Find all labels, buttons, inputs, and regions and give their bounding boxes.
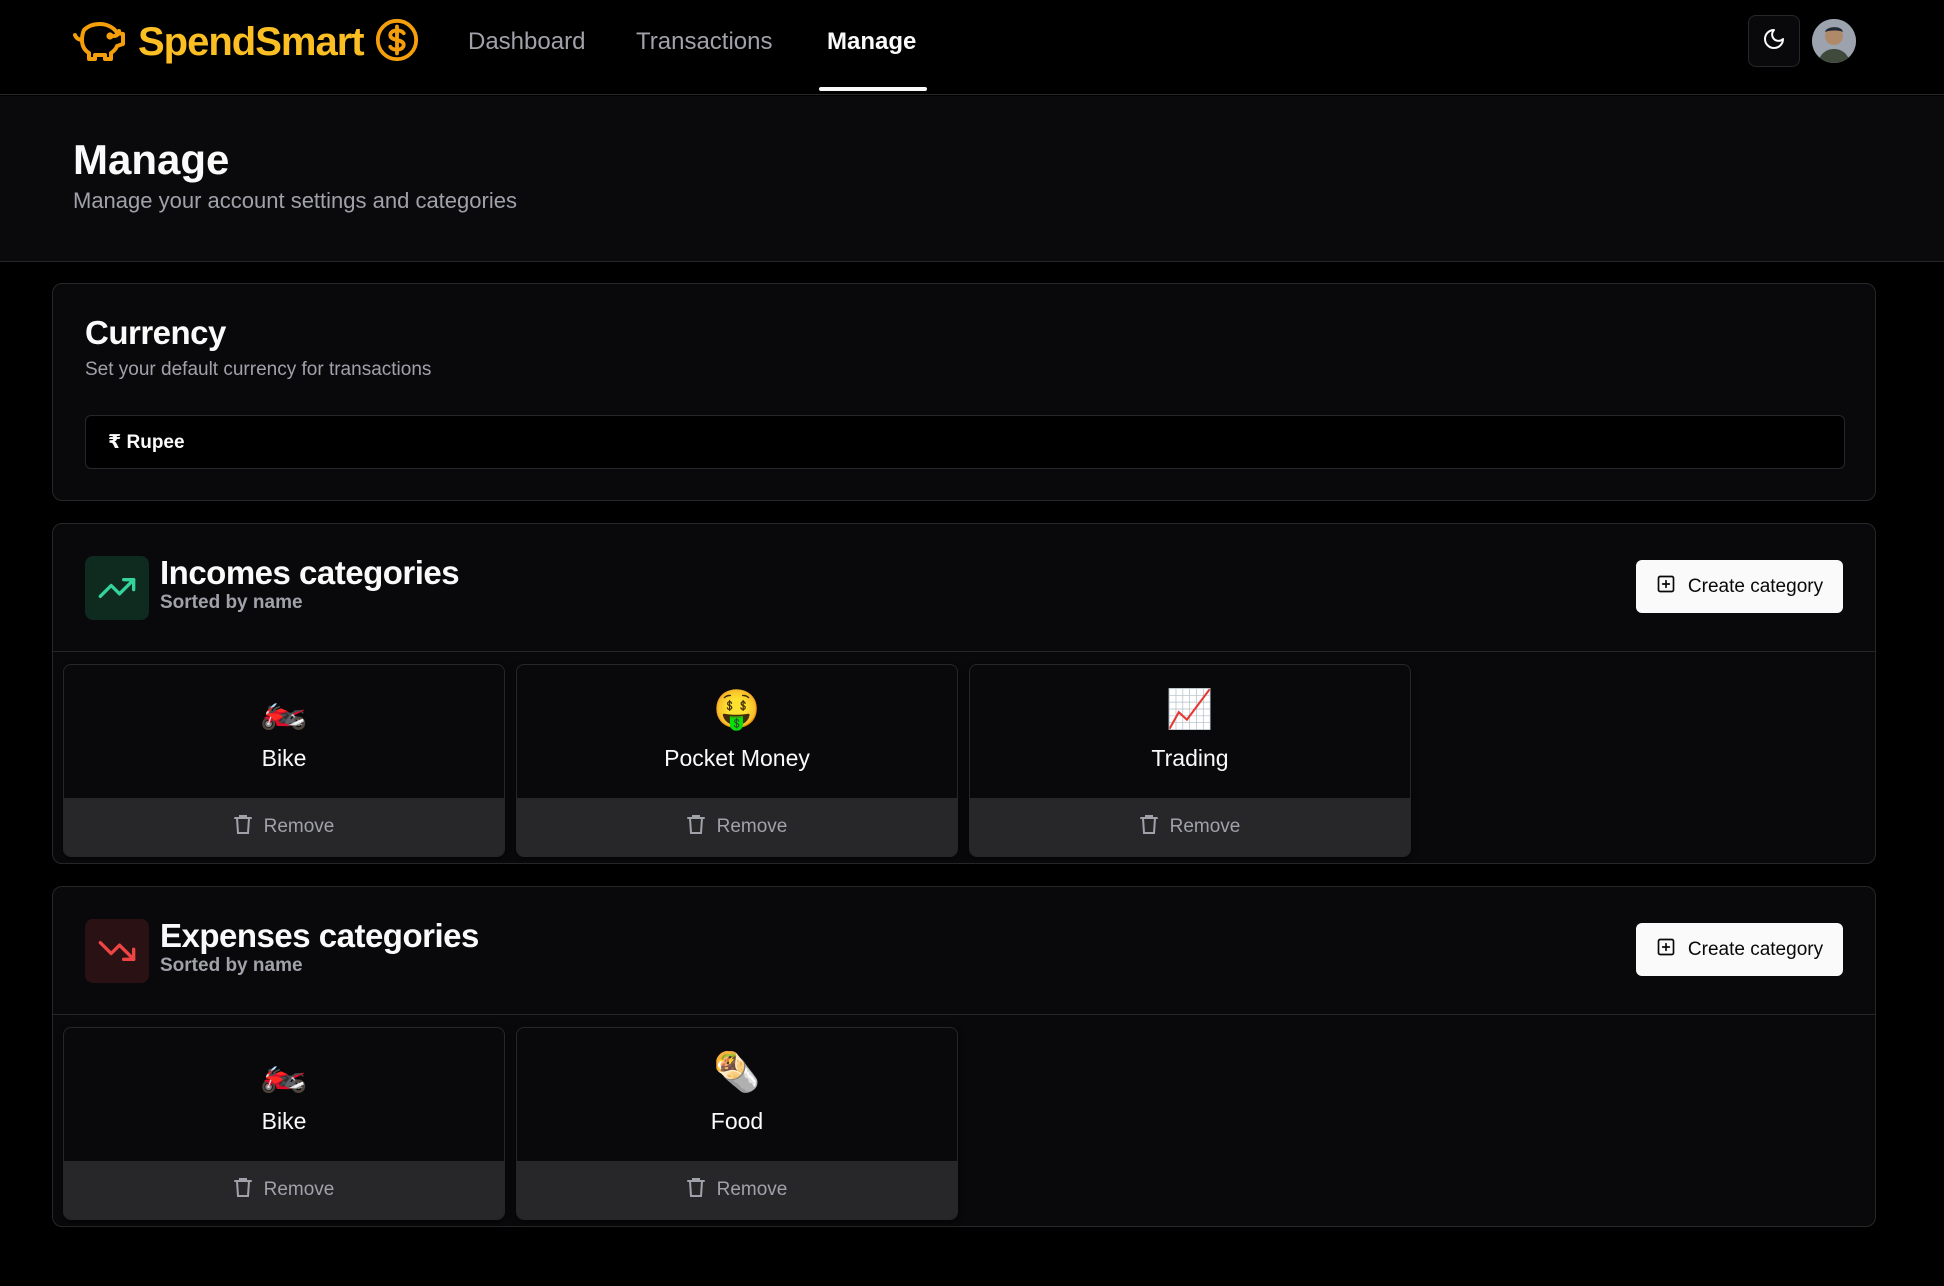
expense-categories-card: Expenses categories Sorted by name Creat… (52, 886, 1876, 1227)
remove-category-button[interactable]: Remove (517, 798, 957, 856)
active-tab-indicator (819, 87, 927, 91)
income-categories-card: Incomes categories Sorted by name Create… (52, 523, 1876, 864)
page-header: Manage Manage your account settings and … (0, 96, 1944, 262)
user-avatar[interactable] (1812, 19, 1856, 63)
remove-label: Remove (263, 816, 335, 837)
nav-dashboard[interactable]: Dashboard (468, 26, 585, 62)
remove-category-button[interactable]: Remove (64, 1161, 504, 1219)
category-emoji: 📈 (1166, 689, 1214, 731)
remove-label: Remove (263, 1179, 335, 1200)
trash-icon (233, 1177, 252, 1203)
app-logo[interactable]: SpendSmart (72, 18, 420, 66)
trending-up-icon (85, 556, 149, 620)
trash-icon (686, 814, 705, 840)
category-emoji: 🏍️ (260, 1052, 308, 1094)
expense-category-tile: 🏍️ Bike Remove (63, 1027, 505, 1220)
dollar-coin-icon (374, 17, 420, 68)
income-category-tile: 📈 Trading Remove (969, 664, 1411, 857)
category-emoji: 🤑 (713, 689, 761, 731)
category-name: Food (710, 1108, 764, 1134)
currency-description: Set your default currency for transactio… (85, 359, 432, 380)
page-title: Manage (73, 136, 230, 183)
remove-label: Remove (1169, 816, 1241, 837)
create-expense-category-button[interactable]: Create category (1636, 923, 1843, 976)
remove-label: Remove (716, 816, 788, 837)
moon-icon (1762, 27, 1786, 56)
app-name: SpendSmart (138, 19, 365, 64)
currency-card: Currency Set your default currency for t… (52, 283, 1876, 501)
trending-down-icon (85, 919, 149, 983)
trash-icon (1139, 814, 1158, 840)
category-emoji: 🌯 (713, 1052, 761, 1094)
theme-toggle-button[interactable] (1748, 15, 1800, 67)
category-name: Bike (261, 1108, 307, 1134)
nav-transactions[interactable]: Transactions (636, 26, 773, 62)
remove-category-button[interactable]: Remove (517, 1161, 957, 1219)
income-title: Incomes categories (160, 554, 460, 591)
expense-category-tile: 🌯 Food Remove (516, 1027, 958, 1220)
create-income-category-button[interactable]: Create category (1636, 560, 1843, 613)
page-subtitle: Manage your account settings and categor… (73, 188, 517, 213)
category-name: Trading (1151, 745, 1229, 771)
expense-sort-label: Sorted by name (160, 955, 303, 976)
category-emoji: 🏍️ (260, 689, 308, 731)
income-sort-label: Sorted by name (160, 592, 303, 613)
currency-select[interactable]: ₹ Rupee (85, 415, 1845, 469)
nav-manage[interactable]: Manage (827, 26, 916, 62)
trash-icon (686, 1177, 705, 1203)
square-plus-icon (1656, 937, 1676, 963)
category-name: Pocket Money (664, 745, 810, 771)
income-card-header: Incomes categories Sorted by name Create… (53, 524, 1875, 652)
remove-category-button[interactable]: Remove (970, 798, 1410, 856)
square-plus-icon (1656, 574, 1676, 600)
expense-card-header: Expenses categories Sorted by name Creat… (53, 887, 1875, 1015)
expense-title: Expenses categories (160, 917, 479, 954)
create-button-label: Create category (1687, 938, 1824, 960)
piggy-bank-icon (72, 18, 128, 67)
create-button-label: Create category (1687, 575, 1824, 597)
category-name: Bike (261, 745, 307, 771)
income-category-tile: 🏍️ Bike Remove (63, 664, 505, 857)
currency-title: Currency (85, 314, 226, 351)
income-category-tile: 🤑 Pocket Money Remove (516, 664, 958, 857)
remove-category-button[interactable]: Remove (64, 798, 504, 856)
remove-label: Remove (716, 1179, 788, 1200)
trash-icon (233, 814, 252, 840)
top-navbar: SpendSmart Dashboard Transactions Manage (0, 0, 1944, 95)
